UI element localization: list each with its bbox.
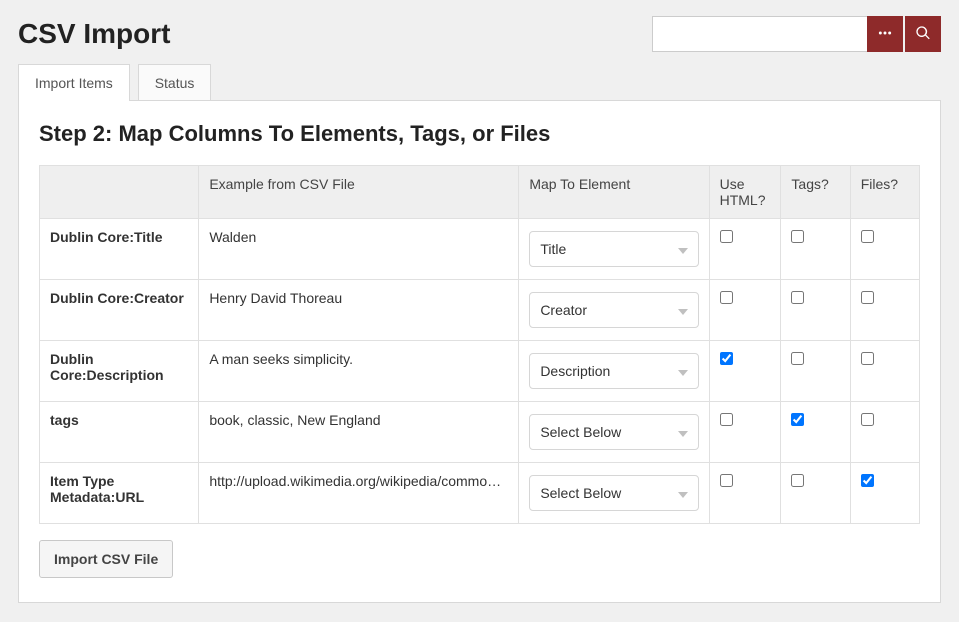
use_html-cell xyxy=(709,219,781,280)
map-cell: Title xyxy=(519,219,709,280)
example-value: Walden xyxy=(199,219,519,280)
tags-checkbox[interactable] xyxy=(791,230,804,243)
select-label: Description xyxy=(540,363,610,379)
col-header-usehtml: Use HTML? xyxy=(709,166,781,219)
map-cell: Select Below xyxy=(519,463,709,524)
select-label: Title xyxy=(540,241,566,257)
use_html-cell xyxy=(709,280,781,341)
tags-cell xyxy=(781,463,850,524)
advanced-search-button[interactable] xyxy=(867,16,903,52)
tab-bar: Import Items Status xyxy=(0,64,959,101)
example-value: A man seeks simplicity. xyxy=(199,341,519,402)
col-header-tags: Tags? xyxy=(781,166,850,219)
use-html-checkbox[interactable] xyxy=(720,474,733,487)
example-value: Henry David Thoreau xyxy=(199,280,519,341)
column-name: tags xyxy=(40,402,199,463)
use-html-checkbox[interactable] xyxy=(720,413,733,426)
files-cell xyxy=(850,219,919,280)
col-header-blank xyxy=(40,166,199,219)
files-cell xyxy=(850,280,919,341)
table-row: Dublin Core:DescriptionA man seeks simpl… xyxy=(40,341,920,402)
map-to-element-select[interactable]: Description xyxy=(529,353,698,389)
column-name: Dublin Core:Description xyxy=(40,341,199,402)
chevron-down-icon xyxy=(678,302,688,318)
ellipsis-icon xyxy=(877,25,893,44)
page-title: CSV Import xyxy=(18,18,170,50)
table-row: Dublin Core:TitleWalden Title xyxy=(40,219,920,280)
map-to-element-select[interactable]: Select Below xyxy=(529,475,698,511)
tags-checkbox[interactable] xyxy=(791,352,804,365)
use_html-cell xyxy=(709,463,781,524)
table-row: Item Type Metadata:URLhttp://upload.wiki… xyxy=(40,463,920,524)
files-checkbox[interactable] xyxy=(861,413,874,426)
chevron-down-icon xyxy=(678,424,688,440)
table-row: tagsbook, classic, New England Select Bel… xyxy=(40,402,920,463)
chevron-down-icon xyxy=(678,485,688,501)
use_html-cell xyxy=(709,402,781,463)
tab-status[interactable]: Status xyxy=(138,64,212,101)
search-icon xyxy=(915,25,931,44)
map-to-element-select[interactable]: Creator xyxy=(529,292,698,328)
example-value: book, classic, New England xyxy=(199,402,519,463)
use-html-checkbox[interactable] xyxy=(720,230,733,243)
select-label: Select Below xyxy=(540,424,621,440)
map-cell: Creator xyxy=(519,280,709,341)
search-area xyxy=(652,16,941,52)
use-html-checkbox[interactable] xyxy=(720,291,733,304)
files-checkbox[interactable] xyxy=(861,352,874,365)
main-panel: Step 2: Map Columns To Elements, Tags, o… xyxy=(18,100,941,603)
files-checkbox[interactable] xyxy=(861,291,874,304)
select-label: Creator xyxy=(540,302,587,318)
tags-checkbox[interactable] xyxy=(791,291,804,304)
files-cell xyxy=(850,341,919,402)
files-checkbox[interactable] xyxy=(861,474,874,487)
table-row: Dublin Core:CreatorHenry David Thoreau Cr… xyxy=(40,280,920,341)
map-cell: Description xyxy=(519,341,709,402)
files-checkbox[interactable] xyxy=(861,230,874,243)
map-to-element-select[interactable]: Title xyxy=(529,231,698,267)
column-name: Dublin Core:Creator xyxy=(40,280,199,341)
map-to-element-select[interactable]: Select Below xyxy=(529,414,698,450)
col-header-mapto: Map To Element xyxy=(519,166,709,219)
tags-cell xyxy=(781,341,850,402)
chevron-down-icon xyxy=(678,241,688,257)
chevron-down-icon xyxy=(678,363,688,379)
step-heading: Step 2: Map Columns To Elements, Tags, o… xyxy=(39,121,920,147)
tags-checkbox[interactable] xyxy=(791,474,804,487)
column-name: Item Type Metadata:URL xyxy=(40,463,199,524)
col-header-files: Files? xyxy=(850,166,919,219)
use_html-cell xyxy=(709,341,781,402)
files-cell xyxy=(850,463,919,524)
tab-import-items[interactable]: Import Items xyxy=(18,64,130,101)
mapping-table: Example from CSV File Map To Element Use… xyxy=(39,165,920,524)
column-name: Dublin Core:Title xyxy=(40,219,199,280)
files-cell xyxy=(850,402,919,463)
col-header-example: Example from CSV File xyxy=(199,166,519,219)
use-html-checkbox[interactable] xyxy=(720,352,733,365)
import-csv-button[interactable]: Import CSV File xyxy=(39,540,173,578)
example-value: http://upload.wikimedia.org/wikipedia/co… xyxy=(199,463,519,524)
map-cell: Select Below xyxy=(519,402,709,463)
tags-cell xyxy=(781,219,850,280)
tags-cell xyxy=(781,402,850,463)
select-label: Select Below xyxy=(540,485,621,501)
tags-cell xyxy=(781,280,850,341)
tags-checkbox[interactable] xyxy=(791,413,804,426)
search-button[interactable] xyxy=(905,16,941,52)
search-input[interactable] xyxy=(652,16,867,52)
